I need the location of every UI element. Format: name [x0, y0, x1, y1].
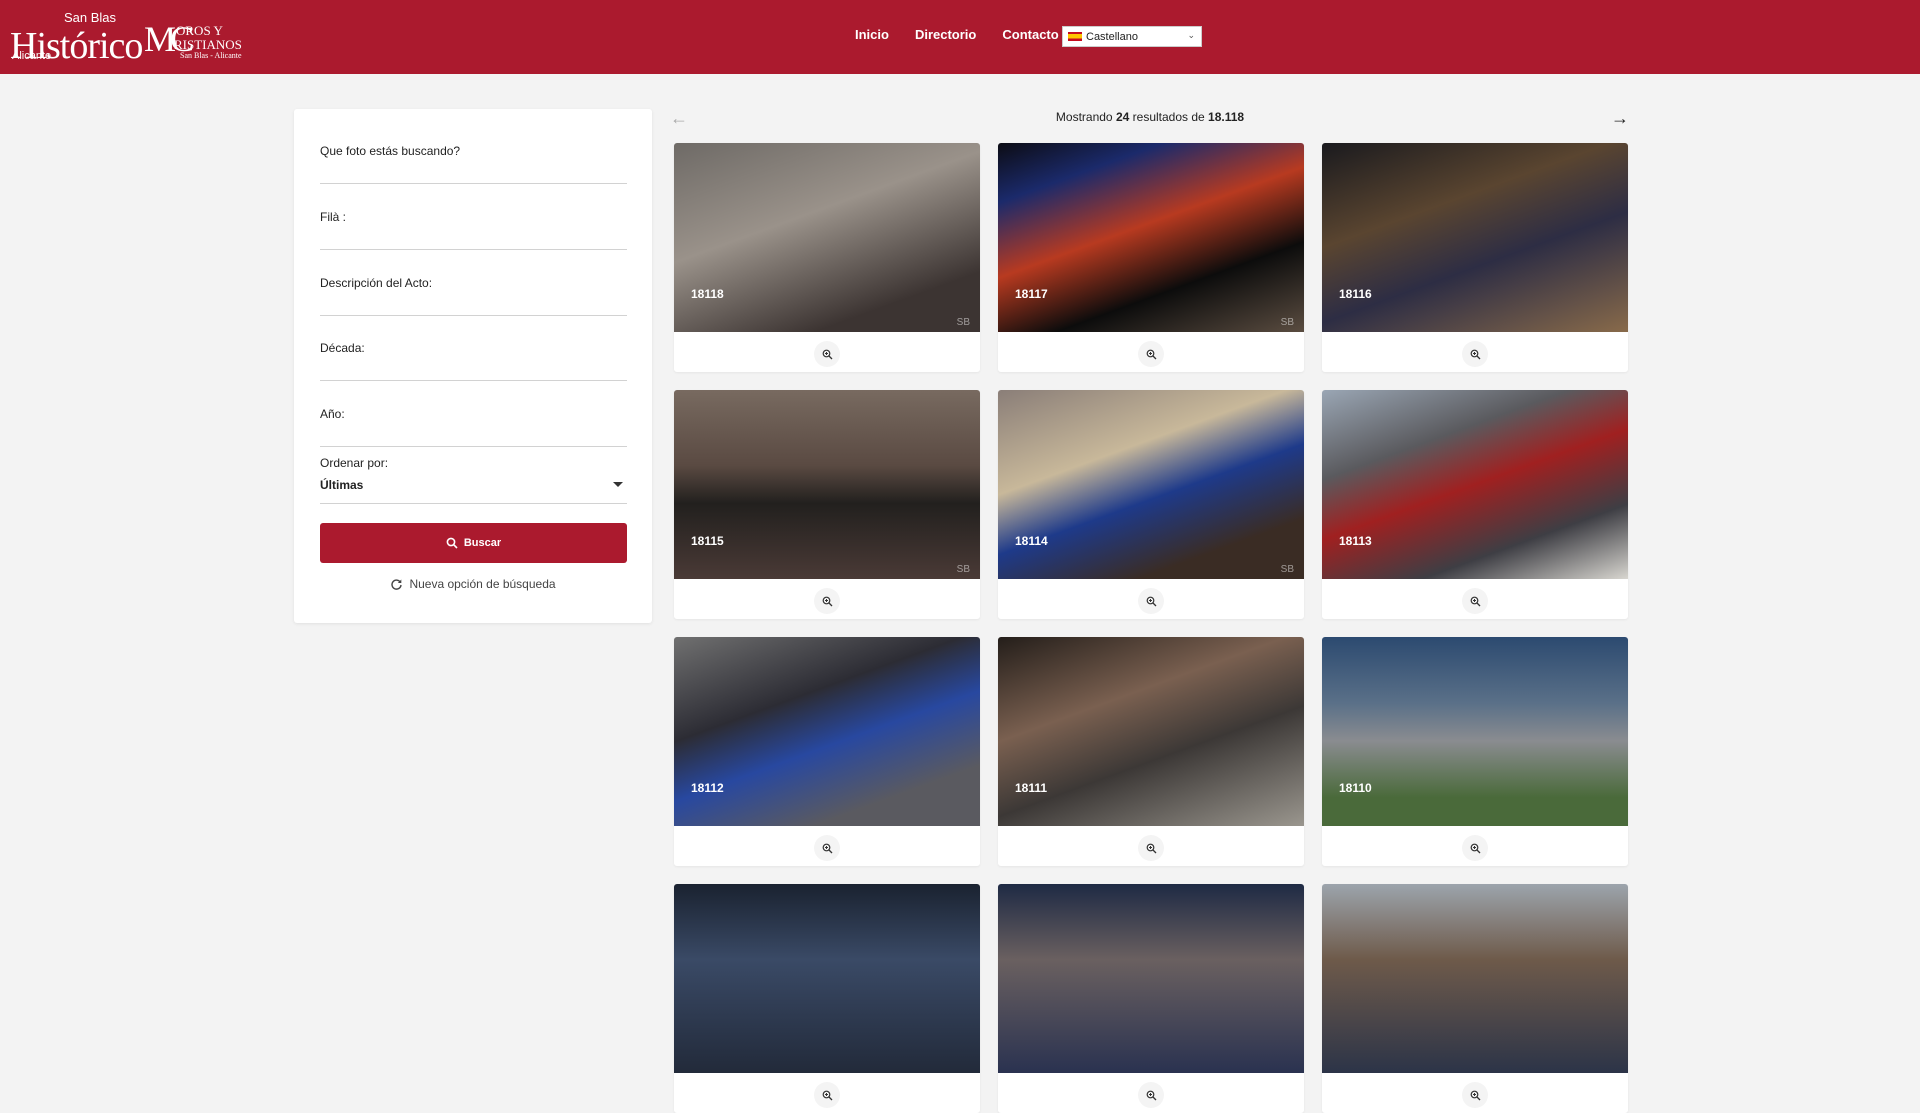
zoom-in-icon[interactable] [1138, 588, 1164, 614]
order-label: Ordenar por: [320, 456, 389, 470]
act-description-label: Descripción del Acto: [320, 276, 433, 290]
photo-card[interactable]: 18113 [1322, 390, 1628, 619]
order-select[interactable]: Ordenar por: Últimas [320, 456, 627, 504]
logo-top-text: San Blas [64, 10, 117, 25]
logo-bottom-text: Alicante [12, 50, 52, 62]
zoom-in-icon[interactable] [814, 341, 840, 367]
photo-search-field[interactable]: Que foto estás buscando? [320, 144, 627, 184]
search-button-label: Buscar [463, 537, 502, 549]
chevron-down-icon: ⌄ [1187, 30, 1195, 40]
photo-card[interactable]: 18115 SB [674, 390, 980, 619]
photo-thumbnail[interactable]: 18110 [1322, 637, 1628, 826]
photo-thumbnail[interactable]: 18118 SB [674, 143, 980, 332]
photo-card[interactable]: 18117 SB [998, 143, 1304, 372]
photo-card[interactable]: 18114 SB [998, 390, 1304, 619]
photo-card[interactable] [1322, 884, 1628, 1113]
photo-thumbnail[interactable]: 18116 [1322, 143, 1628, 332]
decade-field[interactable]: Década: [320, 341, 627, 381]
zoom-in-icon[interactable] [1462, 1082, 1488, 1108]
year-field[interactable]: Año: [320, 407, 627, 447]
photo-card[interactable]: 18110 [1322, 637, 1628, 866]
photo-id: 18117 [1015, 287, 1048, 301]
new-search-link[interactable]: Nueva opción de búsqueda [294, 577, 652, 591]
photo-watermark: SB [956, 564, 970, 575]
photo-thumbnail[interactable]: 18117 SB [998, 143, 1304, 332]
main-nav: Inicio Directorio Contacto [855, 27, 1059, 42]
language-value: Castellano [1086, 30, 1138, 43]
results-prefix: Mostrando [1055, 110, 1113, 124]
logo-line-3: San Blas - Alicante [180, 51, 242, 60]
results-shown: 24 [1115, 110, 1130, 124]
zoom-in-icon[interactable] [814, 835, 840, 861]
photo-card[interactable]: 18116 [1322, 143, 1628, 372]
nav-contacto[interactable]: Contacto [1002, 27, 1058, 42]
photo-thumbnail[interactable]: 18114 SB [998, 390, 1304, 579]
zoom-in-icon[interactable] [1138, 341, 1164, 367]
photo-thumbnail[interactable]: 18112 [674, 637, 980, 826]
zoom-in-icon[interactable] [1138, 835, 1164, 861]
new-search-label: Nueva opción de búsqueda [409, 577, 556, 591]
caret-down-icon [613, 482, 623, 487]
nav-inicio[interactable]: Inicio [855, 27, 889, 42]
photo-thumbnail[interactable]: 18115 SB [674, 390, 980, 579]
next-page-arrow-icon[interactable]: → [1611, 108, 1629, 129]
decade-label: Década: [320, 341, 365, 355]
photo-watermark: SB [956, 317, 970, 328]
year-label: Año: [320, 407, 345, 421]
zoom-in-icon[interactable] [1462, 341, 1488, 367]
results-total: 18.118 [1208, 110, 1245, 124]
photo-id: 18113 [1339, 534, 1372, 548]
results-middle: resultados de [1132, 110, 1205, 124]
zoom-in-icon[interactable] [1462, 588, 1488, 614]
photo-card[interactable]: 18112 [674, 637, 980, 866]
results-count: Mostrando 24 resultados de 18.118 [1000, 110, 1300, 124]
photo-id: 18115 [691, 534, 724, 548]
photo-id: 18111 [1015, 781, 1048, 795]
search-panel: Que foto estás buscando? Filà : Descripc… [294, 109, 652, 623]
order-value: Últimas [320, 478, 364, 492]
top-bar: San Blas Histórico Alicante MC OROS Y RI… [0, 0, 1920, 74]
previous-page-arrow-icon[interactable]: ← [670, 108, 688, 129]
act-description-field[interactable]: Descripción del Acto: [320, 276, 627, 316]
photo-id: 18114 [1015, 534, 1048, 548]
photo-card[interactable]: 18111 [998, 637, 1304, 866]
zoom-in-icon[interactable] [1462, 835, 1488, 861]
nav-directorio[interactable]: Directorio [915, 27, 976, 42]
photo-thumbnail[interactable]: 18113 [1322, 390, 1628, 579]
photo-card[interactable] [674, 884, 980, 1113]
photo-thumbnail[interactable] [674, 884, 980, 1073]
search-icon [446, 537, 458, 549]
photo-watermark: SB [1280, 564, 1294, 575]
photo-thumbnail[interactable]: 18111 [998, 637, 1304, 826]
photo-id: 18112 [691, 781, 724, 795]
search-button[interactable]: Buscar [320, 523, 627, 563]
photo-thumbnail[interactable] [1322, 884, 1628, 1073]
photo-id: 18118 [691, 287, 724, 301]
photo-card[interactable] [998, 884, 1304, 1113]
fila-field[interactable]: Filà : [320, 210, 627, 250]
zoom-in-icon[interactable] [814, 588, 840, 614]
photo-id: 18116 [1339, 287, 1372, 301]
language-select[interactable]: Castellano ⌄ [1062, 26, 1202, 47]
photo-id: 18110 [1339, 781, 1372, 795]
photo-search-label: Que foto estás buscando? [320, 144, 461, 158]
photo-card[interactable]: 18118 SB [674, 143, 980, 372]
fila-label: Filà : [320, 210, 347, 224]
photo-thumbnail[interactable] [998, 884, 1304, 1073]
spain-flag-icon [1068, 32, 1082, 41]
refresh-icon [391, 578, 403, 590]
zoom-in-icon[interactable] [1138, 1082, 1164, 1108]
zoom-in-icon[interactable] [814, 1082, 840, 1108]
moros-cristianos-logo[interactable]: MC OROS Y RISTIANOS San Blas - Alicante [144, 19, 256, 62]
photo-watermark: SB [1280, 317, 1294, 328]
historico-logo[interactable]: San Blas Histórico Alicante [10, 8, 143, 67]
